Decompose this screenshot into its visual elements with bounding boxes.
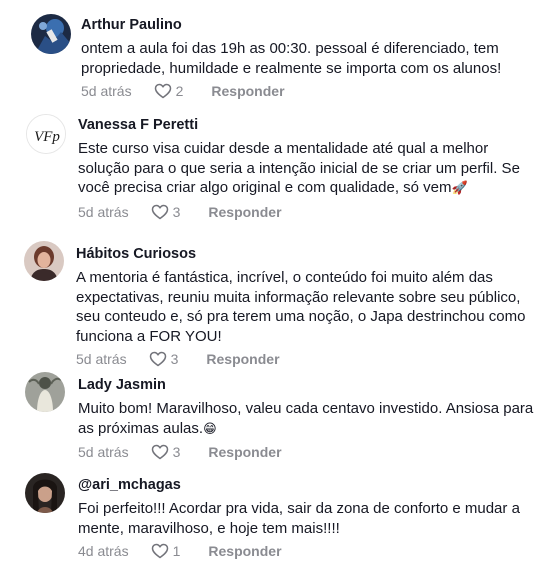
avatar[interactable] xyxy=(31,14,71,54)
comment-username[interactable]: Arthur Paulino xyxy=(81,16,544,34)
avatar[interactable] xyxy=(24,241,64,281)
comment-content: Hábitos Curiosos A mentoria é fantástica… xyxy=(76,245,544,369)
comment-text: A mentoria é fantástica, incrível, o con… xyxy=(76,268,544,346)
like-button[interactable]: 3 xyxy=(149,351,179,367)
comment-username[interactable]: Hábitos Curiosos xyxy=(76,245,544,263)
like-count: 3 xyxy=(172,203,181,220)
comment-time: 5d atrás xyxy=(78,203,129,220)
comment-meta: 5d atrás 3 Responder xyxy=(78,202,544,222)
comment-content: Vanessa F Peretti Este curso visa cuidar… xyxy=(78,116,544,222)
avatar[interactable] xyxy=(25,372,65,412)
reply-button[interactable]: Responder xyxy=(211,83,284,99)
comment-content: Arthur Paulino ontem a aula foi das 19h … xyxy=(81,16,544,101)
like-button[interactable]: 3 xyxy=(151,203,181,220)
comment-username[interactable]: Lady Jasmin xyxy=(78,376,544,394)
comment-time: 5d atrás xyxy=(78,444,129,460)
comment-meta: 4d atrás 1 Responder xyxy=(78,541,544,561)
comment-meta: 5d atrás 3 Responder xyxy=(76,349,544,369)
comment-text: Muito bom! Maravilhoso, valeu cada centa… xyxy=(78,399,544,439)
like-count: 3 xyxy=(172,444,181,460)
comment-time: 5d atrás xyxy=(81,83,132,99)
grinning-emoji: 😁 xyxy=(203,421,217,437)
comment-time: 5d atrás xyxy=(76,351,127,367)
like-button[interactable]: 2 xyxy=(154,83,184,99)
comment-time: 4d atrás xyxy=(78,543,129,559)
comment-text-body: ontem a aula foi das 19h as 00:30. pesso… xyxy=(81,40,502,77)
comment-username[interactable]: Vanessa F Peretti xyxy=(78,116,544,134)
comment-text-body: Foi perfeito!!! Acordar pra vida, sair d… xyxy=(78,500,520,537)
reply-button[interactable]: Responder xyxy=(206,351,279,367)
heart-icon xyxy=(151,444,168,460)
comment-text-body: Muito bom! Maravilhoso, valeu cada centa… xyxy=(78,400,534,437)
avatar-monogram: VFp xyxy=(34,129,60,145)
like-count: 3 xyxy=(170,351,179,367)
reply-button[interactable]: Responder xyxy=(208,444,281,460)
rocket-emoji: 🚀 xyxy=(451,181,468,196)
comment-text-body: A mentoria é fantástica, incrível, o con… xyxy=(76,269,526,345)
comment-content: @ari_mchagas Foi perfeito!!! Acordar pra… xyxy=(78,476,544,561)
like-count: 2 xyxy=(175,83,184,99)
reply-button[interactable]: Responder xyxy=(208,204,281,220)
comment-text: ontem a aula foi das 19h as 00:30. pesso… xyxy=(81,39,544,78)
like-button[interactable]: 1 xyxy=(151,543,181,559)
comment-text: Foi perfeito!!! Acordar pra vida, sair d… xyxy=(78,499,544,538)
like-button[interactable]: 3 xyxy=(151,444,181,460)
comment-content: Lady Jasmin Muito bom! Maravilhoso, vale… xyxy=(78,376,544,462)
like-count: 1 xyxy=(172,543,181,559)
heart-icon xyxy=(149,351,166,367)
comment-meta: 5d atrás 2 Responder xyxy=(81,81,544,101)
comment-username[interactable]: @ari_mchagas xyxy=(78,476,544,494)
comment-text: Este curso visa cuidar desde a mentalida… xyxy=(78,139,544,199)
avatar[interactable]: VFp xyxy=(26,114,66,154)
heart-icon xyxy=(151,204,168,219)
heart-icon xyxy=(154,83,171,99)
heart-icon xyxy=(151,543,168,559)
comment-meta: 5d atrás 3 Responder xyxy=(78,442,544,462)
avatar[interactable] xyxy=(25,473,65,513)
reply-button[interactable]: Responder xyxy=(208,543,281,559)
